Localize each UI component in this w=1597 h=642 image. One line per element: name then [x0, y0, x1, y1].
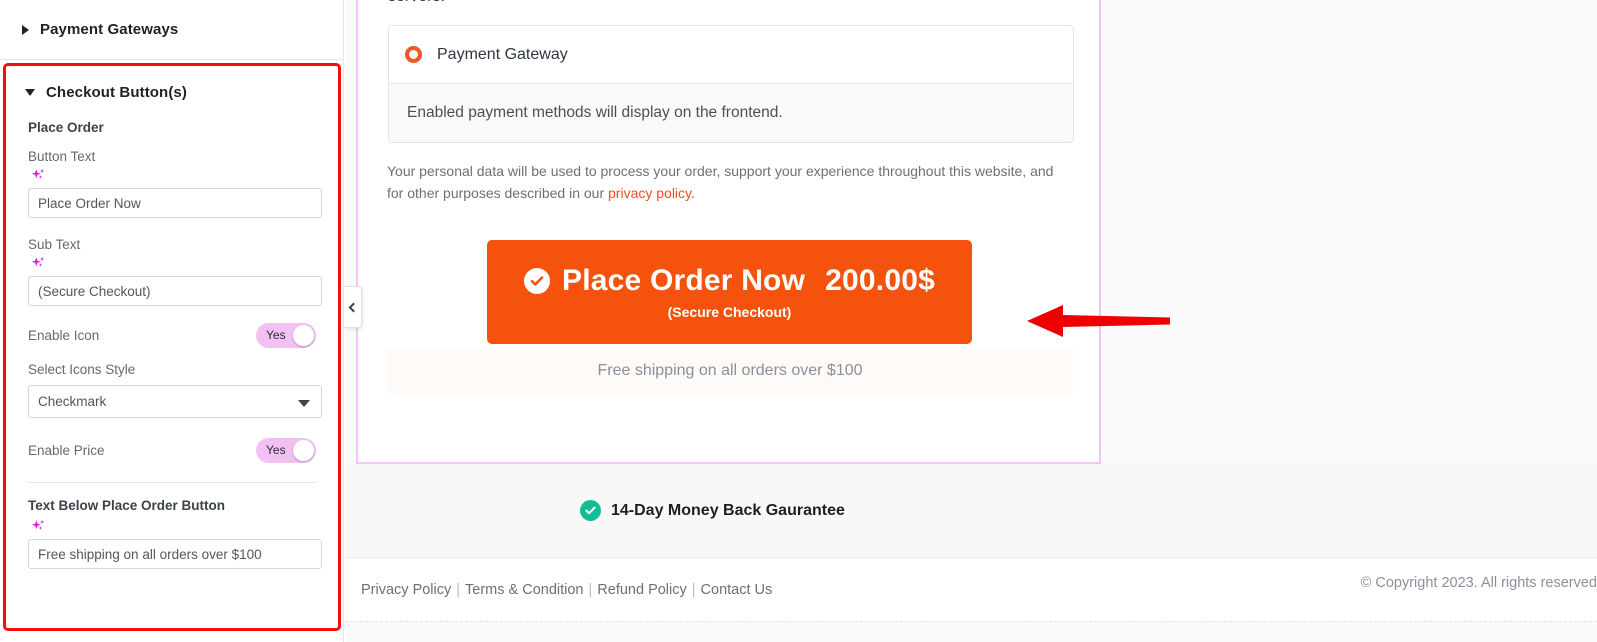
- sparkle-icon[interactable]: [30, 167, 48, 185]
- footer-link-refund-policy[interactable]: Refund Policy: [597, 582, 686, 598]
- panel-checkout-buttons-label: Checkout Button(s): [46, 83, 187, 101]
- enable-icon-row: Enable Icon Yes: [28, 317, 316, 353]
- bottom-strip: [345, 621, 1597, 642]
- enable-price-label: Enable Price: [28, 442, 105, 458]
- footer-separator: |: [691, 582, 696, 598]
- servers-text-line: servers.: [388, 0, 445, 6]
- money-back-guarantee-text: 14-Day Money Back Gaurantee: [611, 501, 845, 519]
- panel-checkout-buttons[interactable]: Checkout Button(s): [6, 66, 338, 118]
- privacy-notice-text: Your personal data will be used to proce…: [387, 163, 1054, 201]
- privacy-notice: Your personal data will be used to proce…: [387, 160, 1067, 204]
- panel-payment-gateways[interactable]: Payment Gateways: [0, 0, 343, 60]
- footer-links: Privacy Policy | Terms & Condition | Refund …: [361, 582, 772, 598]
- section-divider: [28, 482, 316, 483]
- settings-sidebar: Payment Gateways Checkout Button(s) Plac…: [0, 0, 344, 642]
- app-root: Payment Gateways Checkout Button(s) Plac…: [0, 0, 1597, 642]
- place-order-button[interactable]: Place Order Now 200.00$ (Secure Checkout…: [487, 240, 972, 344]
- panel-payment-gateways-label: Payment Gateways: [40, 21, 179, 38]
- privacy-notice-period: .: [691, 185, 695, 201]
- enable-icon-toggle-value: Yes: [266, 328, 286, 342]
- footer-separator: |: [588, 582, 593, 598]
- payment-gateway-card: Payment Gateway Enabled payment methods …: [388, 25, 1074, 143]
- checkout-buttons-body: Place Order Button Text Sub Text Enable …: [6, 120, 338, 569]
- place-order-button-main-row: Place Order Now 200.00$: [524, 264, 935, 298]
- footer-link-privacy-policy[interactable]: Privacy Policy: [361, 582, 451, 598]
- chevron-left-icon: [348, 302, 359, 312]
- text-below-button-label: Text Below Place Order Button: [28, 498, 226, 513]
- select-icons-style-label: Select Icons Style: [28, 362, 136, 377]
- triangle-right-icon: [22, 24, 29, 35]
- select-icons-style-dropdown[interactable]: Checkmark: [28, 385, 322, 418]
- footer-copyright: © Copyright 2023. All rights reserved: [1360, 575, 1597, 591]
- place-order-button-price: 200.00$: [825, 264, 935, 297]
- chevron-down-icon: [298, 400, 310, 407]
- checkout-buttons-highlight-box: Checkout Button(s) Place Order Button Te…: [3, 63, 341, 631]
- enable-price-row: Enable Price Yes: [28, 432, 316, 468]
- select-icons-style-value: Checkmark: [38, 394, 107, 409]
- sub-text-input[interactable]: [28, 276, 322, 306]
- privacy-policy-link[interactable]: privacy policy: [608, 185, 691, 201]
- check-badge-icon: [580, 500, 601, 521]
- triangle-down-icon: [25, 88, 35, 96]
- enable-icon-toggle[interactable]: Yes: [256, 322, 316, 348]
- payment-gateway-option[interactable]: Payment Gateway: [389, 26, 1073, 84]
- editable-section-outline[interactable]: servers. Payment Gateway Enabled payment…: [356, 0, 1101, 464]
- toggle-knob: [293, 324, 314, 346]
- footer-separator: |: [456, 582, 461, 598]
- enable-price-toggle-value: Yes: [266, 443, 286, 457]
- sub-text-label: Sub Text: [28, 237, 81, 252]
- free-shipping-band: Free shipping on all orders over $100: [387, 348, 1073, 394]
- toggle-knob: [293, 439, 314, 461]
- footer-link-contact-us[interactable]: Contact Us: [701, 582, 773, 598]
- button-text-label: Button Text: [28, 149, 96, 164]
- payment-gateway-title: Payment Gateway: [437, 45, 568, 63]
- place-order-button-label: Place Order Now: [562, 264, 806, 297]
- sidebar-collapse-handle[interactable]: [344, 286, 362, 328]
- money-back-guarantee-inner: 14-Day Money Back Gaurantee: [580, 500, 845, 521]
- place-order-button-sublabel: (Secure Checkout): [667, 304, 792, 320]
- place-order-group-label: Place Order: [28, 120, 104, 135]
- money-back-guarantee-bar: 14-Day Money Back Gaurantee: [345, 464, 1597, 558]
- payment-gateway-description: Enabled payment methods will display on …: [389, 84, 1073, 142]
- button-text-input[interactable]: [28, 188, 322, 218]
- radio-selected-icon[interactable]: [405, 46, 422, 63]
- enable-icon-label: Enable Icon: [28, 327, 100, 343]
- footer-link-terms-condition[interactable]: Terms & Condition: [465, 582, 583, 598]
- sparkle-icon[interactable]: [30, 255, 48, 273]
- sparkle-icon[interactable]: [30, 518, 48, 536]
- enable-price-toggle[interactable]: Yes: [256, 437, 316, 463]
- site-footer: Privacy Policy | Terms & Condition | Refund …: [345, 559, 1597, 621]
- checkmark-circle-icon: [524, 268, 551, 294]
- checkout-content: servers. Payment Gateway Enabled payment…: [360, 0, 1099, 450]
- checkout-preview: servers. Payment Gateway Enabled payment…: [345, 0, 1597, 642]
- text-below-button-input[interactable]: [28, 539, 322, 569]
